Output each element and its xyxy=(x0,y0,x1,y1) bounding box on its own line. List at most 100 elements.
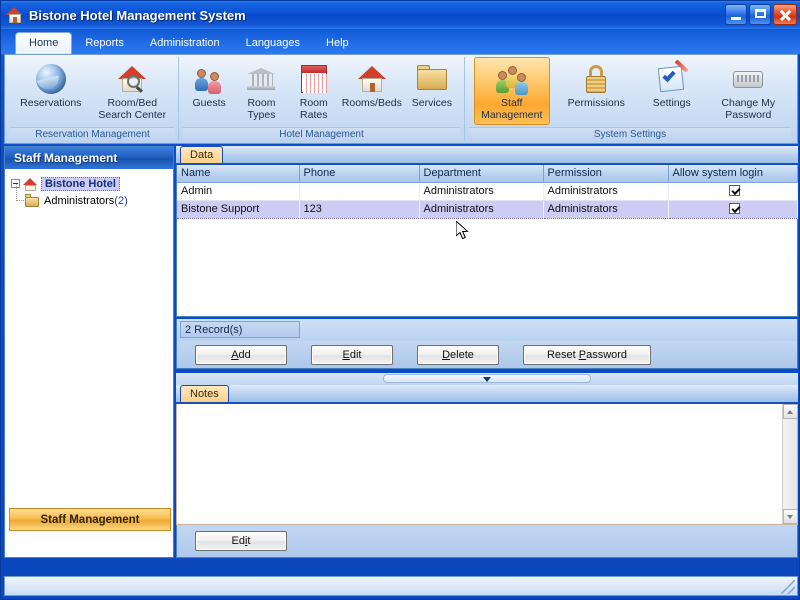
allow-login-checkbox[interactable] xyxy=(729,202,740,214)
ribbon-group-hotel-management: Guests Room Types Room Rates Rooms/Beds … xyxy=(179,57,465,141)
ribbon-group-label-hotel-management: Hotel Management xyxy=(183,127,460,141)
grid-header-row: Name Phone Department Permission Allow s… xyxy=(177,165,798,183)
data-tab-strip: Data xyxy=(176,146,798,165)
menu-tab-strip: Home Reports Administration Languages He… xyxy=(1,29,800,54)
tab-data[interactable]: Data xyxy=(180,146,224,163)
ribbon-toolbar: Reservations Room/Bed Search Center Rese… xyxy=(4,54,798,144)
title-bar: Bistone Hotel Management System xyxy=(1,1,800,29)
reset-password-button[interactable]: Reset Password xyxy=(523,344,651,365)
ribbon-button-staff-management[interactable]: Staff Management xyxy=(473,57,550,125)
application-window: Bistone Hotel Management System Home Rep… xyxy=(0,0,800,600)
scroll-down-button[interactable] xyxy=(783,509,798,524)
column-header-department[interactable]: Department xyxy=(419,165,544,183)
close-button[interactable] xyxy=(773,4,797,25)
window-title: Bistone Hotel Management System xyxy=(29,7,246,23)
ribbon-button-room-types[interactable]: Room Types xyxy=(235,57,287,125)
group-people-icon xyxy=(495,62,529,96)
ribbon-button-room-bed-search-center[interactable]: Room/Bed Search Center xyxy=(91,57,174,125)
column-header-allow-system-login[interactable]: Allow system login xyxy=(668,165,798,183)
notes-edit-button[interactable]: Edit xyxy=(195,531,287,551)
panel-splitter[interactable] xyxy=(176,373,798,385)
record-count-bar: 2 Record(s) xyxy=(176,319,798,341)
mouse-cursor xyxy=(456,221,469,240)
cell-allow-login xyxy=(668,182,798,201)
staff-data-grid[interactable]: Name Phone Department Permission Allow s… xyxy=(176,165,798,317)
allow-login-checkbox[interactable] xyxy=(729,184,740,196)
minimize-button[interactable] xyxy=(725,4,747,25)
folder-icon xyxy=(25,193,40,207)
resize-grip[interactable] xyxy=(781,580,795,594)
main-content-area: Staff Management Bistone Hotel Administr… xyxy=(4,146,798,558)
people-icon xyxy=(192,62,226,96)
ribbon-button-room-rates[interactable]: Room Rates xyxy=(288,57,340,125)
cell-phone xyxy=(299,182,420,201)
edit-button[interactable]: Edit xyxy=(311,344,393,365)
tree-child-label: Administrators xyxy=(44,194,115,207)
cell-phone: 123 xyxy=(299,199,420,219)
ribbon-button-change-my-password[interactable]: Change My Password xyxy=(710,57,786,125)
notes-scrollbar[interactable] xyxy=(782,404,798,524)
table-row[interactable]: Admin Administrators Administrators xyxy=(177,182,798,201)
notes-tab-strip: Notes xyxy=(176,385,798,404)
record-count-label: 2 Record(s) xyxy=(180,321,300,338)
tab-languages[interactable]: Languages xyxy=(233,33,313,54)
tab-reports[interactable]: Reports xyxy=(72,33,137,54)
table-row[interactable]: Bistone Support 123 Administrators Admin… xyxy=(177,199,798,219)
tree-node-bistone-hotel[interactable]: Bistone Hotel xyxy=(11,175,173,192)
notes-panel: Notes Edit xyxy=(176,385,798,558)
tree-node-administrators[interactable]: Administrators (2) xyxy=(16,184,173,209)
lock-icon xyxy=(579,62,613,96)
tab-home[interactable]: Home xyxy=(15,32,73,54)
navigation-panel-title: Staff Management xyxy=(5,147,173,169)
column-header-permission[interactable]: Permission xyxy=(543,165,669,183)
notes-textarea[interactable] xyxy=(176,404,798,525)
delete-button[interactable]: Delete xyxy=(417,344,499,365)
check-pen-icon xyxy=(655,59,689,96)
splitter-grip[interactable] xyxy=(383,374,591,383)
tab-help[interactable]: Help xyxy=(313,33,362,54)
ribbon-button-reservations[interactable]: Reservations xyxy=(11,57,91,125)
ribbon-button-rooms-beds[interactable]: Rooms/Beds xyxy=(340,57,404,125)
maximize-button[interactable] xyxy=(749,4,771,25)
house-icon xyxy=(23,177,38,191)
column-header-name[interactable]: Name xyxy=(177,165,300,183)
calendar-icon xyxy=(297,62,331,96)
tab-notes[interactable]: Notes xyxy=(180,385,229,402)
ribbon-group-reservation-management: Reservations Room/Bed Search Center Rese… xyxy=(7,57,179,141)
ribbon-button-services[interactable]: Services xyxy=(404,57,460,125)
cell-permission: Administrators xyxy=(543,182,669,201)
tree-child-count: (2) xyxy=(114,194,128,207)
sidebar-item-staff-management[interactable]: Staff Management xyxy=(9,508,171,531)
staff-panel: Data Name Phone Department Permission Al… xyxy=(176,146,798,558)
status-bar xyxy=(4,576,798,596)
cell-name: Bistone Support xyxy=(177,199,300,219)
ribbon-button-permissions[interactable]: Permissions xyxy=(559,57,633,125)
house-search-icon xyxy=(115,62,149,96)
keyboard-icon xyxy=(731,62,765,96)
folder-icon xyxy=(415,62,449,96)
tree-node-label: Bistone Hotel xyxy=(41,176,120,191)
house-icon xyxy=(355,62,389,96)
column-header-phone[interactable]: Phone xyxy=(299,165,420,183)
ribbon-button-settings[interactable]: Settings xyxy=(643,57,701,125)
ribbon-group-system-settings: Staff Management Permissions Settings Ch… xyxy=(465,57,795,141)
cell-allow-login xyxy=(668,199,798,219)
notes-action-buttons: Edit xyxy=(176,525,798,558)
tab-administration[interactable]: Administration xyxy=(137,33,233,54)
ribbon-group-label-reservation-management: Reservation Management xyxy=(11,127,174,141)
grid-action-buttons: Add Edit Delete Reset Password xyxy=(176,341,798,369)
navigation-panel: Staff Management Bistone Hotel Administr… xyxy=(4,146,174,558)
hotel-tree: Bistone Hotel Administrators (2) xyxy=(5,169,173,209)
window-controls xyxy=(725,4,797,25)
chevron-down-icon xyxy=(483,377,491,382)
cell-department: Administrators xyxy=(419,199,544,219)
add-button[interactable]: Add xyxy=(195,344,287,365)
scroll-up-button[interactable] xyxy=(783,404,798,419)
ribbon-group-label-system-settings: System Settings xyxy=(469,127,791,141)
cell-permission: Administrators xyxy=(543,199,669,219)
cell-department: Administrators xyxy=(419,182,544,201)
app-house-icon xyxy=(6,6,24,24)
ribbon-button-guests[interactable]: Guests xyxy=(183,57,235,125)
cell-name: Admin xyxy=(177,182,300,201)
bank-icon xyxy=(244,62,278,96)
